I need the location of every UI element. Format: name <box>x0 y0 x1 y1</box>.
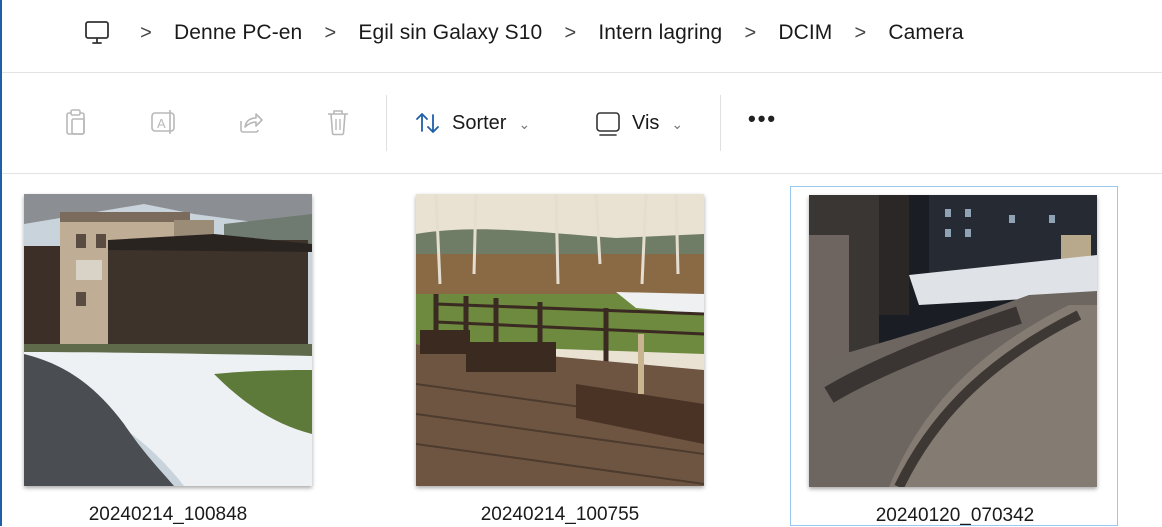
photo-thumbnail <box>809 195 1097 487</box>
file-item[interactable]: 20240214_100848 <box>4 186 332 526</box>
file-name: 20240120_070342 <box>875 505 1035 526</box>
photo-thumbnail <box>24 194 312 486</box>
sort-label: Sorter <box>452 111 507 134</box>
toolbar-separator <box>720 95 721 151</box>
breadcrumb-item-camera[interactable]: Camera <box>888 21 963 45</box>
command-bar: A Sorter ⌄ Vis ⌄ ••• <box>2 73 1162 173</box>
file-item[interactable]: 20240214_100755 <box>396 186 724 526</box>
breadcrumb-item-dcim[interactable]: DCIM <box>778 21 832 45</box>
chevron-right-icon[interactable]: > <box>854 22 867 45</box>
chevron-right-icon[interactable]: > <box>744 22 756 45</box>
divider <box>2 173 1162 174</box>
chevron-down-icon: ⌄ <box>518 115 531 132</box>
chevron-down-icon: ⌄ <box>671 115 684 132</box>
chevron-right-icon[interactable]: > <box>140 22 152 45</box>
more-options-button[interactable]: ••• <box>748 106 777 132</box>
toolbar-separator <box>386 95 387 151</box>
photo-thumbnail <box>416 194 704 486</box>
chevron-right-icon[interactable]: > <box>324 22 337 45</box>
view-label: Vis <box>632 111 660 134</box>
chevron-right-icon[interactable]: > <box>564 22 577 45</box>
sort-icon <box>414 109 442 137</box>
breadcrumb: > Denne PC-en > Egil sin Galaxy S10 > In… <box>82 0 964 66</box>
sort-button[interactable]: Sorter ⌄ <box>414 103 530 143</box>
breadcrumb-item-this-pc[interactable]: Denne PC-en <box>174 21 302 45</box>
breadcrumb-item-internal-storage[interactable]: Intern lagring <box>598 21 722 45</box>
file-name: 20240214_100755 <box>480 504 640 525</box>
share-icon[interactable] <box>234 106 266 138</box>
copy-icon[interactable] <box>60 106 92 138</box>
delete-icon[interactable] <box>322 106 354 138</box>
file-name: 20240214_100848 <box>88 504 248 525</box>
computer-icon[interactable] <box>82 18 112 48</box>
svg-text:A: A <box>157 116 166 131</box>
file-item[interactable]: 20240120_070342 <box>790 186 1118 526</box>
view-button[interactable]: Vis ⌄ <box>594 103 683 143</box>
rename-icon[interactable]: A <box>148 106 180 138</box>
breadcrumb-item-device[interactable]: Egil sin Galaxy S10 <box>358 21 542 45</box>
view-icon <box>594 109 622 137</box>
address-bar[interactable]: > Denne PC-en > Egil sin Galaxy S10 > In… <box>2 0 1162 70</box>
